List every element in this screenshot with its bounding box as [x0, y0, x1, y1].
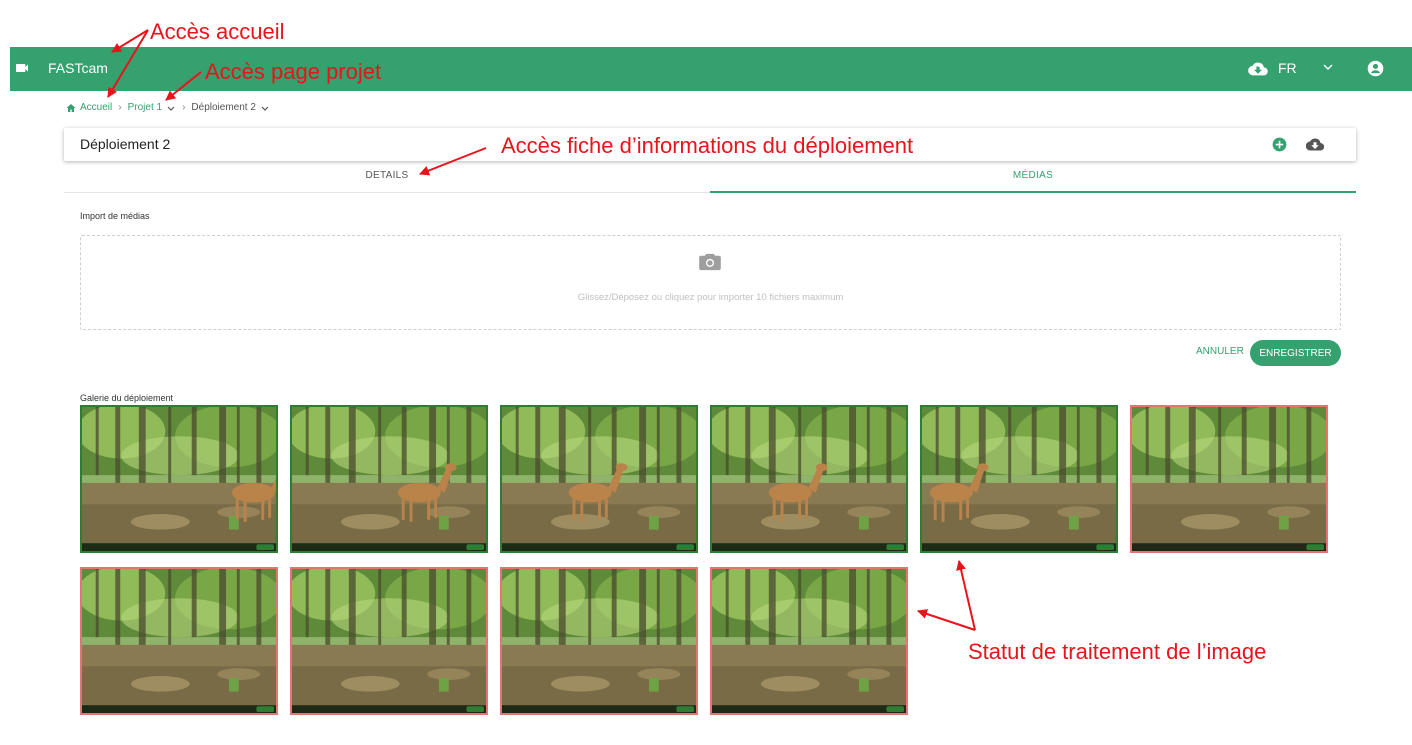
gallery-thumbnail[interactable]	[500, 567, 698, 715]
add-circle-icon[interactable]	[1272, 137, 1287, 152]
breadcrumb-separator: ›	[182, 102, 186, 113]
gallery-thumbnail[interactable]	[710, 405, 908, 553]
breadcrumb-home[interactable]: Accueil	[80, 102, 112, 113]
gallery-label: Galerie du déploiement	[80, 393, 174, 403]
breadcrumb-project[interactable]: Projet 1	[128, 102, 162, 113]
videocam-icon	[16, 64, 28, 72]
tab-details[interactable]: DETAILS	[64, 166, 710, 193]
tab-medias[interactable]: MÉDIAS	[710, 166, 1356, 193]
gallery-thumbnail[interactable]	[290, 405, 488, 553]
page-title: Déploiement 2	[80, 136, 171, 152]
media-dropzone[interactable]: Glissez/Déposez ou cliquez pour importer…	[80, 235, 1341, 330]
account-icon[interactable]	[1367, 60, 1384, 77]
gallery-thumbnail[interactable]	[290, 567, 488, 715]
breadcrumb-deployment[interactable]: Déploiement 2	[191, 102, 255, 113]
gallery-thumbnail[interactable]	[80, 405, 278, 553]
tab-bar: DETAILS MÉDIAS	[64, 166, 1356, 193]
chevron-down-icon[interactable]	[260, 103, 270, 113]
cloud-download-icon[interactable]	[1248, 61, 1268, 77]
annotation-project-access: Accès page projet	[205, 59, 382, 84]
chevron-down-icon[interactable]	[166, 103, 176, 113]
cancel-button[interactable]: ANNULER	[1196, 346, 1244, 357]
chevron-down-icon[interactable]	[1322, 60, 1334, 74]
gallery-thumbnail[interactable]	[920, 405, 1118, 553]
gallery-thumbnail[interactable]	[710, 567, 908, 715]
annotation-image-status: Statut de traitement de l’image	[968, 639, 1267, 664]
app-brand[interactable]: FASTcam	[48, 60, 108, 76]
annotation-home-access: Accès accueil	[150, 19, 285, 44]
dropzone-text: Glissez/Déposez ou cliquez pour importer…	[577, 292, 844, 303]
save-button[interactable]: ENREGISTRER	[1250, 340, 1341, 366]
cloud-download-icon[interactable]	[1306, 137, 1324, 152]
gallery-thumbnail[interactable]	[500, 405, 698, 553]
breadcrumb-separator: ›	[118, 102, 122, 113]
gallery-thumbnail[interactable]	[80, 567, 278, 715]
breadcrumb: Accueil › Projet 1 › Déploiement 2	[66, 102, 270, 113]
language-selector[interactable]: FR	[1278, 60, 1297, 76]
annotation-deployment-info: Accès fiche d’informations du déploiemen…	[501, 133, 914, 158]
import-label: Import de médias	[80, 211, 150, 221]
home-icon[interactable]	[66, 103, 76, 113]
camera-icon	[699, 253, 721, 271]
gallery-thumbnail[interactable]	[1130, 405, 1328, 553]
